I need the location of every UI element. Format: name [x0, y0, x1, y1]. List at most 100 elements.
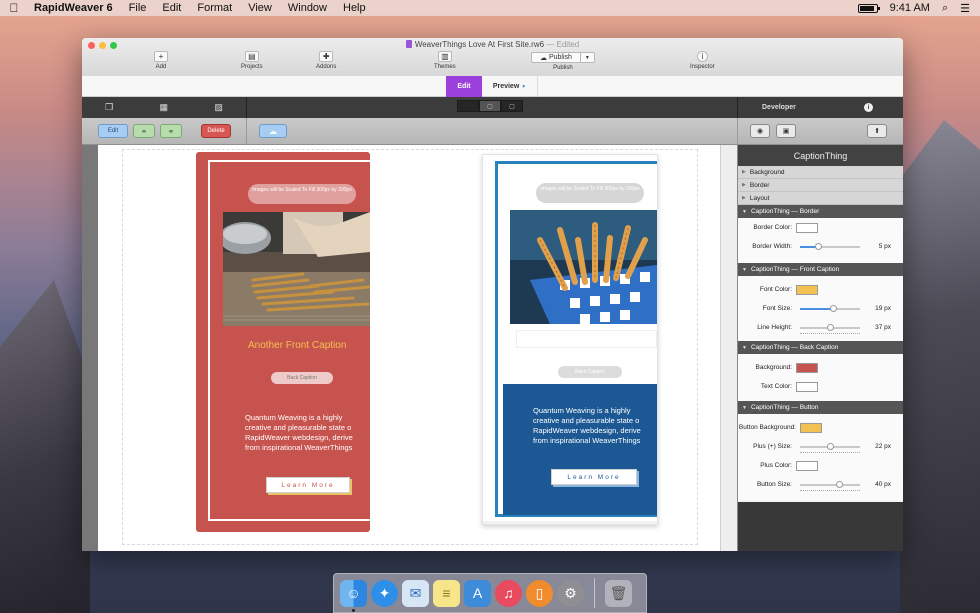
stack-icon[interactable]: ❒	[105, 102, 113, 113]
system-preferences-icon[interactable]: ⚙	[557, 579, 584, 607]
menu-edit[interactable]: Edit	[154, 2, 189, 14]
developer-info-icon[interactable]: i	[864, 103, 873, 112]
menu-format[interactable]: Format	[189, 2, 240, 14]
font-size-slider[interactable]	[800, 304, 860, 312]
button-size-row: Button Size: 40 px	[738, 475, 903, 494]
button-section-header[interactable]: ▼ CaptionThing — Button	[738, 401, 903, 414]
border-width-label: Border Width:	[752, 243, 792, 250]
view-toggle-left[interactable]	[457, 100, 479, 112]
delete-stack-button[interactable]: Delete	[201, 124, 231, 138]
front-caption-section-header[interactable]: ▼ CaptionThing — Front Caption	[738, 263, 903, 276]
preview-chevron-down-icon: ▼	[521, 83, 527, 90]
menu-app-name[interactable]: RapidWeaver 6	[28, 2, 121, 14]
spotlight-icon[interactable]: ⌕	[942, 2, 948, 15]
addons-button[interactable]: ✚ Addons	[316, 51, 336, 70]
slider-knob[interactable]	[826, 323, 834, 331]
preview-mode-tab[interactable]: Preview ▼	[482, 76, 538, 97]
projects-button[interactable]: ▤ Projects	[241, 51, 263, 70]
view-toggle-single[interactable]: ▢	[479, 100, 501, 112]
border-section-header[interactable]: ▼ CaptionThing — Border	[738, 205, 903, 218]
inspector-label: Inspector	[690, 64, 715, 70]
inspector-background-row[interactable]: ▶ Background	[738, 166, 903, 179]
inspector-button[interactable]: i Inspector	[690, 51, 715, 70]
unlink-icon[interactable]: ⚭	[160, 124, 182, 138]
mail-icon[interactable]: ✉	[402, 579, 429, 607]
front-body-line-4: from inspirational WeaverThings	[245, 443, 353, 452]
back-caption-section-header[interactable]: ▼ CaptionThing — Back Caption	[738, 341, 903, 354]
button-background-swatch[interactable]	[800, 422, 822, 433]
safari-icon[interactable]: ✦	[371, 579, 398, 607]
font-color-swatch[interactable]	[796, 284, 818, 295]
plus-size-slider[interactable]	[800, 442, 860, 453]
back-caption-placeholder	[516, 330, 657, 348]
inspector-border-row[interactable]: ▶ Border	[738, 179, 903, 192]
background-color-swatch[interactable]	[796, 362, 818, 373]
menu-bar:  RapidWeaver 6 File Edit Format View Wi…	[0, 0, 980, 16]
trash-icon[interactable]: 🗑	[605, 579, 632, 607]
slider-fill	[800, 307, 833, 310]
apple-menu-icon[interactable]: 	[0, 1, 28, 15]
canvas-scrollbar[interactable]	[720, 145, 737, 551]
slider-knob[interactable]	[835, 480, 843, 488]
disclosure-down-icon: ▼	[742, 266, 747, 273]
menu-view[interactable]: View	[240, 2, 280, 14]
app-store-icon[interactable]: A	[464, 579, 491, 607]
plus-size-value: 22 px	[875, 443, 891, 450]
finder-icon[interactable]: ☺	[340, 579, 367, 612]
menu-window[interactable]: Window	[280, 2, 335, 14]
notification-center-icon[interactable]: ☰	[960, 2, 970, 15]
front-body-line-2: creative and pleasurable state o	[245, 423, 352, 432]
itunes-icon[interactable]: ♫	[495, 579, 522, 607]
caption-card-back[interactable]: Images will be Scaled To Fill 300px by 2…	[483, 155, 657, 521]
edit-stack-button[interactable]: Edit	[98, 124, 128, 138]
button-background-row: Button Background:	[738, 418, 903, 437]
border-width-slider[interactable]	[800, 242, 860, 250]
line-height-slider[interactable]	[800, 323, 860, 334]
add-button[interactable]: + Add	[154, 51, 168, 70]
inspector-layout-row[interactable]: ▶ Layout	[738, 192, 903, 205]
projects-label: Projects	[241, 64, 263, 70]
font-size-label: Font Size:	[762, 305, 792, 312]
baking-photo-image	[223, 212, 370, 326]
slider-knob[interactable]	[814, 242, 822, 250]
baking-photo[interactable]	[223, 212, 370, 326]
editor-tool-bar: ❒ ▦ ▨ ▢ ▢ Developer i	[82, 97, 903, 118]
border-section-title: CaptionThing — Border	[750, 208, 820, 215]
publish-button-label: Publish	[548, 54, 572, 61]
view-toggle-split[interactable]: ▢	[501, 100, 523, 112]
slider-knob[interactable]	[826, 442, 834, 450]
line-height-value: 37 px	[875, 324, 891, 331]
inspector-layout-label: Layout	[749, 194, 770, 202]
link-icon[interactable]: ⚭	[133, 124, 155, 138]
plus-color-swatch[interactable]	[796, 460, 818, 471]
disclosure-down-icon: ▼	[742, 404, 747, 411]
border-color-swatch[interactable]	[796, 222, 818, 233]
image-icon[interactable]: ▨	[214, 102, 223, 113]
menu-file[interactable]: File	[121, 2, 155, 14]
package-icon[interactable]: ⬆	[867, 124, 887, 138]
notes-icon[interactable]: ≡	[433, 579, 460, 607]
menu-help[interactable]: Help	[335, 2, 374, 14]
grid-icon[interactable]: ▦	[160, 102, 169, 113]
eye-icon[interactable]: ◉	[750, 124, 770, 138]
slider-knob[interactable]	[829, 304, 837, 312]
cloud-icon[interactable]: ☁	[259, 124, 287, 138]
publish-options-chevron-icon[interactable]: ▼	[580, 52, 595, 63]
disclosure-down-icon: ▼	[742, 208, 747, 215]
border-section: Border Color: Border Width: 5 px	[738, 218, 903, 263]
caption-card-front[interactable]: Images will be Scaled To Fill 300px by 2…	[196, 152, 370, 532]
button-size-slider[interactable]	[800, 480, 860, 491]
text-color-label: Text Color:	[760, 383, 792, 390]
menu-clock[interactable]: 9:41 AM	[890, 2, 930, 14]
fries-photo[interactable]	[510, 210, 657, 324]
back-body-line-2: creative and pleasurable state o	[533, 416, 640, 425]
back-learn-more-button[interactable]: Learn More	[551, 469, 637, 485]
edit-mode-tab[interactable]: Edit	[446, 76, 482, 97]
ibooks-icon[interactable]: ▯	[526, 579, 553, 607]
themes-button[interactable]: ▥ Themes	[434, 51, 456, 70]
text-color-swatch[interactable]	[796, 381, 818, 392]
front-learn-more-button[interactable]: Learn More	[266, 477, 350, 493]
publish-button[interactable]: ☁ Publish	[531, 52, 581, 63]
battery-icon[interactable]	[857, 3, 880, 13]
lock-icon[interactable]: ▣	[776, 124, 796, 138]
